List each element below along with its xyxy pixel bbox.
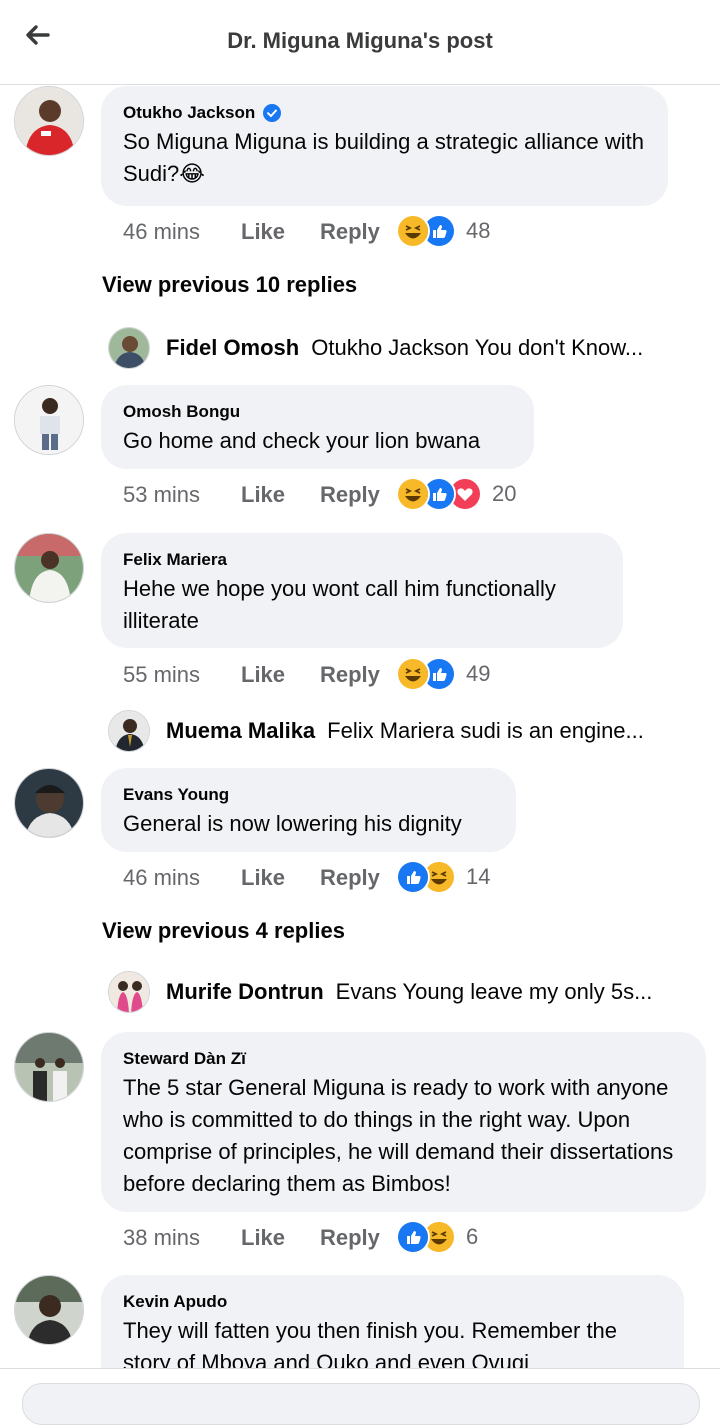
comment-text: The 5 star General Miguna is ready to wo…: [123, 1075, 680, 1196]
avatar-kevin-apudo[interactable]: [14, 1275, 84, 1345]
avatar-murife-dontrun[interactable]: [108, 971, 150, 1013]
comment-bubble-omosh-bongu: Omosh Bongu Go home and check your lion …: [101, 385, 534, 469]
like-reaction-icon: [396, 860, 430, 894]
reply-text: Evans Young leave my only 5s...: [335, 979, 653, 1004]
avatar-felix-mariera[interactable]: [14, 533, 84, 603]
reaction-summary[interactable]: 49: [396, 657, 490, 691]
like-button[interactable]: Like: [241, 1225, 320, 1251]
top-bar: Dr. Miguna Miguna's post: [0, 0, 720, 85]
avatar-otukho-jackson[interactable]: [14, 86, 84, 156]
avatar-fidel-omosh[interactable]: [108, 327, 150, 369]
comment-author[interactable]: Otukho Jackson: [123, 102, 255, 124]
reaction-count: 14: [466, 864, 491, 889]
haha-reaction-icon: [396, 214, 430, 248]
haha-reaction-icon: [396, 477, 430, 511]
comment-time: 46 mins: [123, 865, 201, 890]
comment-actions: 46 mins Like Reply: [123, 861, 397, 895]
comment-text: Hehe we hope you wont call him functiona…: [123, 576, 563, 633]
like-button[interactable]: Like: [241, 482, 320, 508]
comment-bubble-felix-mariera: Felix Mariera Hehe we hope you wont call…: [101, 533, 623, 648]
reply-text: Otukho Jackson You don't Know...: [311, 335, 644, 360]
reaction-count: 49: [466, 661, 491, 686]
reaction-summary[interactable]: 14: [396, 860, 490, 894]
like-button[interactable]: Like: [241, 865, 320, 891]
comment-text: They will fatten you then finish you. Re…: [123, 1318, 624, 1368]
comment-bubble-steward-dan-zi: Steward Dàn Zï The 5 star General Miguna…: [101, 1032, 706, 1212]
reply-preview[interactable]: Muema Malika Felix Mariera sudi is an en…: [108, 709, 644, 753]
reply-author[interactable]: Muema Malika: [166, 718, 315, 744]
like-button[interactable]: Like: [241, 662, 320, 688]
reply-button[interactable]: Reply: [320, 219, 397, 245]
comment-text: Go home and check your lion bwana: [123, 428, 481, 453]
reaction-count: 20: [492, 481, 517, 506]
comment-actions: 46 mins Like Reply: [123, 215, 397, 249]
reaction-count: 48: [466, 218, 491, 243]
comment-text: So Miguna Miguna is building a strategic…: [123, 129, 651, 186]
comment-time: 38 mins: [123, 1225, 201, 1250]
comment-bubble-kevin-apudo: Kevin Apudo They will fatten you then fi…: [101, 1275, 684, 1368]
reaction-summary[interactable]: 48: [396, 214, 490, 248]
avatar-evans-young[interactable]: [14, 768, 84, 838]
reply-button[interactable]: Reply: [320, 662, 397, 688]
avatar-muema-malika[interactable]: [108, 710, 150, 752]
reply-text: Felix Mariera sudi is an engine...: [327, 718, 644, 743]
comment-author[interactable]: Evans Young: [123, 784, 229, 806]
avatar-omosh-bongu[interactable]: [14, 385, 84, 455]
avatar-steward-dan-zi[interactable]: [14, 1032, 84, 1102]
reaction-summary[interactable]: 20: [396, 477, 516, 511]
view-previous-replies-link[interactable]: View previous 4 replies: [102, 918, 345, 944]
comment-time: 55 mins: [123, 662, 201, 687]
like-button[interactable]: Like: [241, 219, 320, 245]
write-comment-input[interactable]: [22, 1383, 700, 1425]
reply-button[interactable]: Reply: [320, 1225, 397, 1251]
reaction-count: 6: [466, 1224, 479, 1249]
comment-actions: 53 mins Like Reply: [123, 478, 397, 512]
comment-text: General is now lowering his dignity: [123, 811, 462, 836]
reply-button[interactable]: Reply: [320, 865, 397, 891]
comment-bubble-otukho-jackson: Otukho Jackson So Miguna Miguna is build…: [101, 86, 668, 206]
reply-preview[interactable]: Fidel Omosh Otukho Jackson You don't Kno…: [108, 326, 643, 370]
reply-button[interactable]: Reply: [320, 482, 397, 508]
comment-time: 46 mins: [123, 219, 201, 244]
comment-composer-bar: [0, 1368, 720, 1425]
like-reaction-icon: [396, 1220, 430, 1254]
verified-badge-icon: [263, 104, 282, 122]
comment-actions: 55 mins Like Reply: [123, 658, 397, 692]
haha-reaction-icon: [396, 657, 430, 691]
reply-author[interactable]: Fidel Omosh: [166, 335, 299, 361]
comment-time: 53 mins: [123, 482, 201, 507]
reply-author[interactable]: Murife Dontrun: [166, 979, 324, 1005]
comment-author[interactable]: Omosh Bongu: [123, 401, 240, 423]
comment-author[interactable]: Felix Mariera: [123, 549, 227, 571]
comment-bubble-evans-young: Evans Young General is now lowering his …: [101, 768, 516, 852]
comment-actions: 38 mins Like Reply: [123, 1221, 397, 1255]
comment-author[interactable]: Steward Dàn Zï: [123, 1048, 246, 1070]
reaction-summary[interactable]: 6: [396, 1220, 478, 1254]
view-previous-replies-link[interactable]: View previous 10 replies: [102, 272, 357, 298]
comment-author[interactable]: Kevin Apudo: [123, 1291, 227, 1313]
reply-preview[interactable]: Murife Dontrun Evans Young leave my only…: [108, 970, 652, 1014]
page-title: Dr. Miguna Miguna's post: [227, 28, 493, 53]
